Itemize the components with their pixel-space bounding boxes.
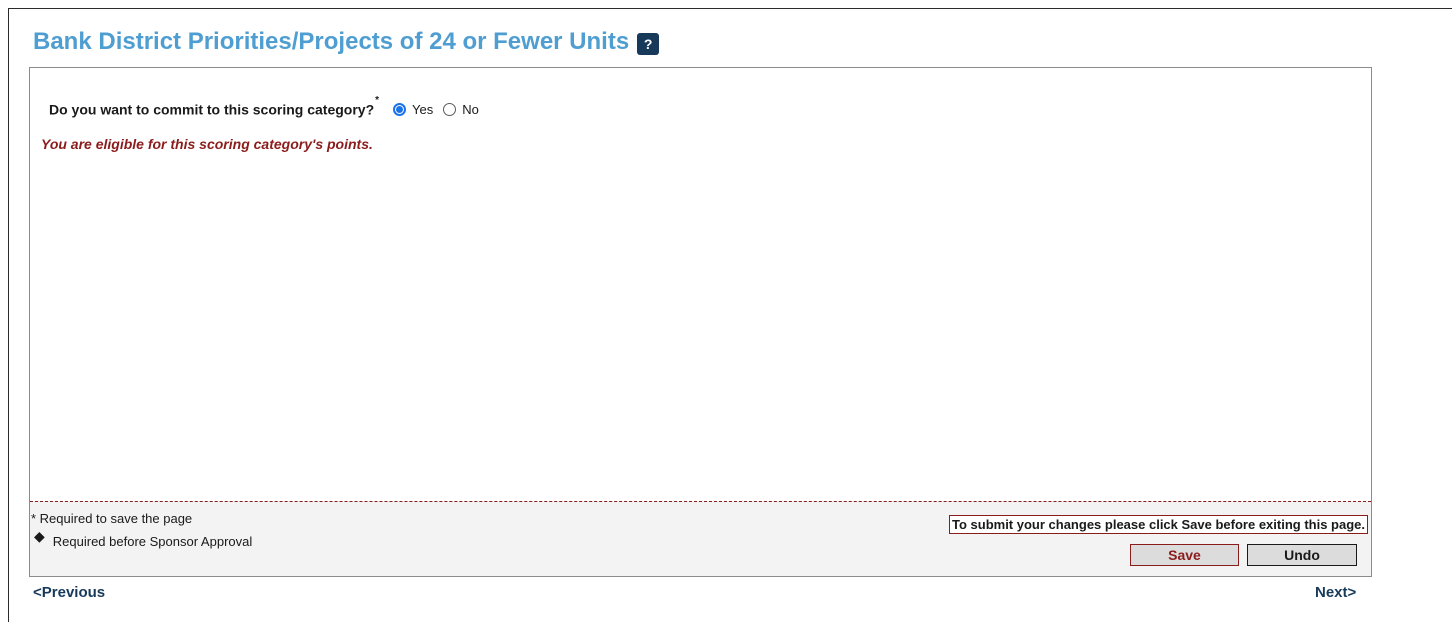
radio-no-button[interactable]: [443, 102, 457, 116]
submit-notice: To submit your changes please click Save…: [949, 515, 1368, 534]
radio-no[interactable]: No: [443, 102, 479, 117]
page-title: Bank District Priorities/Projects of 24 …: [33, 28, 630, 55]
previous-link[interactable]: <Previous: [33, 584, 105, 601]
scoring-panel: Do you want to commit to this scoring ca…: [29, 67, 1372, 577]
next-link[interactable]: Next>: [1315, 584, 1356, 601]
commit-question-row: Do you want to commit to this scoring ca…: [49, 95, 479, 118]
commit-question-text: Do you want to commit to this scoring ca…: [49, 101, 375, 118]
radio-yes-button[interactable]: [393, 102, 407, 116]
title-row: Bank District Priorities/Projects of 24 …: [33, 24, 660, 60]
sponsor-legend: ◆ Required before Sponsor Approval: [34, 528, 253, 550]
diamond-icon: ◆: [34, 528, 45, 544]
radio-yes[interactable]: Yes: [393, 102, 433, 117]
question-help-icon[interactable]: ?: [637, 32, 660, 55]
panel-footer: * Required to save the page ◆ Required b…: [30, 501, 1371, 576]
required-marker: *: [375, 95, 380, 106]
radio-yes-label: Yes: [412, 101, 434, 117]
radio-no-label: No: [462, 101, 479, 117]
sponsor-legend-text: Required before Sponsor Approval: [52, 534, 253, 549]
commit-question-label: Do you want to commit to this scoring ca…: [49, 95, 379, 118]
eligibility-message: You are eligible for this scoring catego…: [41, 136, 373, 152]
undo-button[interactable]: Undo: [1247, 544, 1357, 566]
save-button[interactable]: Save: [1130, 544, 1239, 566]
required-legend: * Required to save the page: [31, 511, 193, 526]
radio-selected-dot: [396, 105, 404, 113]
